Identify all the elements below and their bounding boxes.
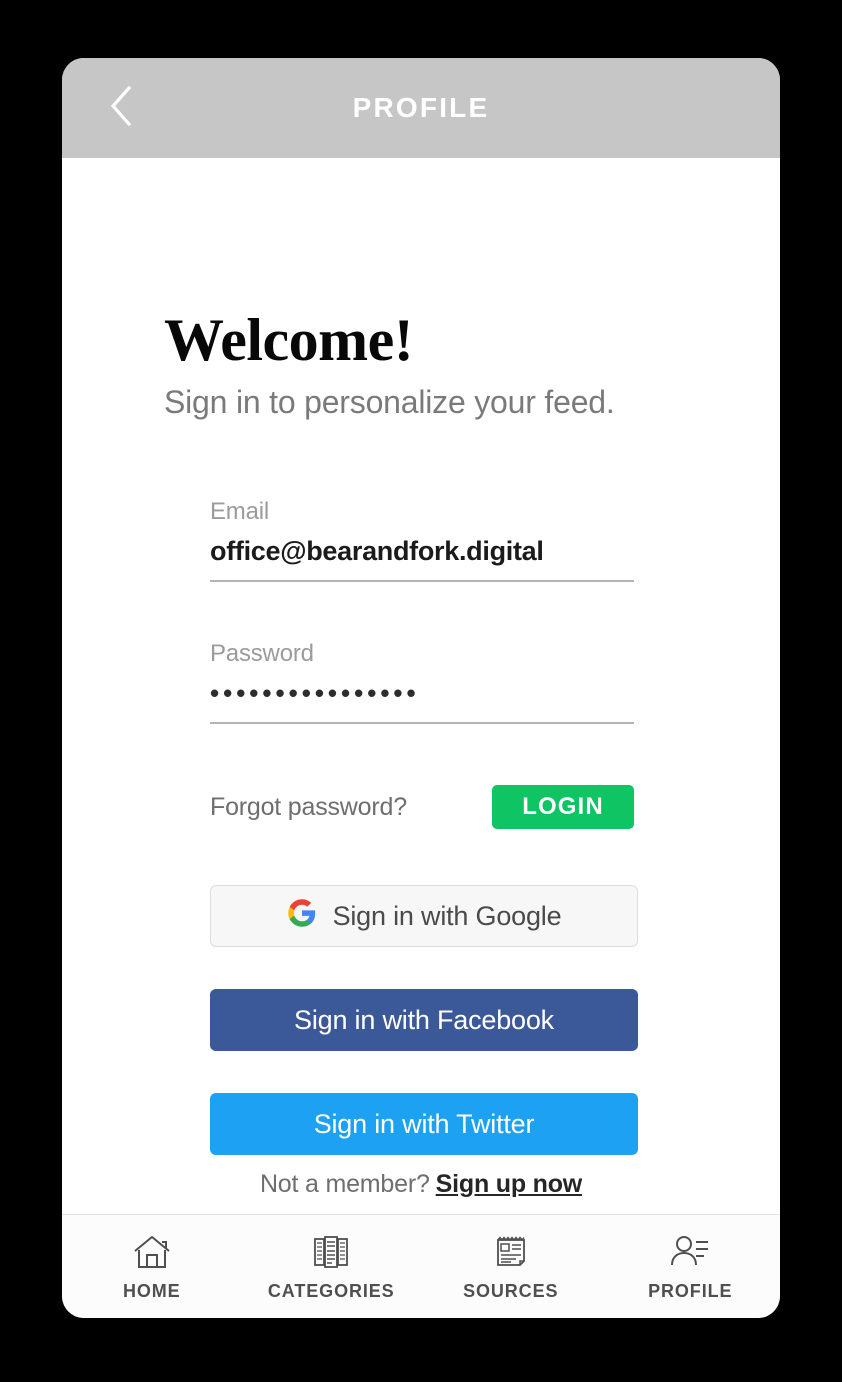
nav-item-sources[interactable]: SOURCES: [421, 1232, 601, 1302]
welcome-subtitle: Sign in to personalize your feed.: [164, 384, 615, 420]
password-label: Password: [210, 640, 314, 667]
documents-stack-icon: [312, 1232, 350, 1272]
nav-label-profile: PROFILE: [648, 1280, 733, 1301]
google-g-icon: [287, 898, 317, 935]
welcome-heading: Welcome!: [164, 307, 414, 373]
facebook-signin-label: Sign in with Facebook: [294, 1004, 554, 1035]
forgot-password-link[interactable]: Forgot password?: [210, 793, 407, 822]
bottom-nav: HOME CATEGORIES SOURCES PROFILE: [62, 1214, 780, 1318]
twitter-signin-label: Sign in with Twitter: [313, 1108, 535, 1139]
login-form: Email office@bearandfork.digital Passwor…: [210, 498, 634, 724]
twitter-signin-button[interactable]: Sign in with Twitter: [210, 1093, 638, 1155]
email-input[interactable]: office@bearandfork.digital: [210, 536, 634, 580]
welcome-block: Welcome! Sign in to personalize your fee…: [164, 310, 724, 421]
app-bar: PROFILE: [62, 58, 780, 158]
login-row: Forgot password? LOGIN: [210, 783, 634, 831]
home-icon: [132, 1232, 172, 1272]
signup-link[interactable]: Sign up now: [436, 1170, 583, 1198]
facebook-signin-button[interactable]: Sign in with Facebook: [210, 989, 638, 1051]
nav-item-categories[interactable]: CATEGORIES: [242, 1232, 422, 1302]
page-title: PROFILE: [352, 92, 490, 123]
newspaper-icon: [492, 1232, 530, 1272]
google-signin-button[interactable]: Sign in with Google: [210, 885, 638, 947]
password-field-group: Password ••••••••••••••••: [210, 640, 634, 724]
signup-prompt: Not a member?: [259, 1170, 430, 1198]
back-button[interactable]: [92, 58, 150, 158]
login-button[interactable]: LOGIN: [492, 785, 634, 829]
password-input[interactable]: ••••••••••••••••: [210, 678, 634, 722]
email-field-group: Email office@bearandfork.digital: [210, 498, 634, 582]
chevron-left-icon: [108, 84, 134, 133]
nav-item-home[interactable]: HOME: [62, 1232, 242, 1302]
nav-item-profile[interactable]: PROFILE: [601, 1232, 781, 1302]
signup-row: Not a member? Sign up now: [62, 1170, 780, 1199]
person-lines-icon: [669, 1232, 711, 1272]
content-area: Welcome! Sign in to personalize your fee…: [62, 158, 780, 1214]
nav-label-sources: SOURCES: [463, 1280, 559, 1301]
password-underline: [210, 722, 634, 724]
social-signin-group: Sign in with Google Sign in with Faceboo…: [210, 885, 638, 1155]
nav-label-categories: CATEGORIES: [267, 1280, 395, 1301]
google-signin-label: Sign in with Google: [332, 900, 562, 931]
email-underline: [210, 580, 634, 582]
email-label: Email: [210, 498, 270, 525]
phone-frame: PROFILE Welcome! Sign in to personalize …: [62, 58, 780, 1318]
nav-label-home: HOME: [122, 1280, 181, 1301]
